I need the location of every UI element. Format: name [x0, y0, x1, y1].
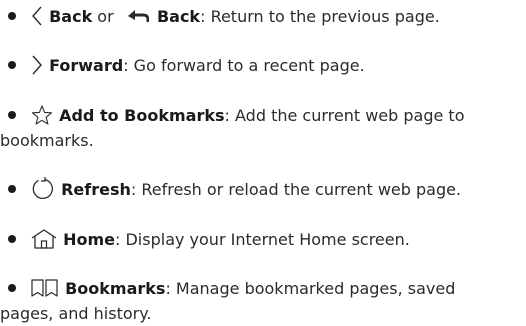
- description: Return to the previous page.: [210, 7, 440, 26]
- term-home: Home: [63, 230, 115, 249]
- description: Manage bookmarked pages, saved: [175, 279, 456, 298]
- description-continued: bookmarks.: [0, 131, 94, 150]
- term-add-to-bookmarks: Add to Bookmarks: [59, 106, 225, 125]
- bullet: [8, 12, 16, 20]
- term-bookmarks: Bookmarks: [65, 279, 166, 298]
- bullet: [8, 185, 16, 193]
- list-item-bookmarks: Bookmarks: Manage bookmarked pages, save…: [0, 276, 520, 326]
- bookmarks-book-icon: [30, 277, 60, 299]
- description: Display your Internet Home screen.: [125, 230, 410, 249]
- description: Add the current web page to: [235, 106, 465, 125]
- term-back-alt: Back: [156, 7, 201, 26]
- joiner-text: or: [92, 7, 119, 26]
- separator: :: [165, 279, 176, 298]
- list-item-forward: Forward: Go forward to a recent page.: [0, 53, 520, 78]
- refresh-icon: [30, 176, 56, 201]
- description: Go forward to a recent page.: [133, 56, 365, 75]
- chevron-right-icon: [30, 54, 44, 76]
- bullet: [8, 235, 16, 243]
- separator: :: [115, 230, 126, 249]
- separator: :: [200, 7, 211, 26]
- bullet: [8, 111, 16, 119]
- separator: :: [130, 180, 142, 199]
- description-continued: pages, and history.: [0, 304, 152, 323]
- list-item-back: Back or Back: Return to the previous pag…: [0, 4, 520, 29]
- star-outline-icon: [30, 104, 54, 126]
- list-item-add-to-bookmarks: Add to Bookmarks: Add the current web pa…: [0, 103, 520, 153]
- separator: :: [123, 56, 134, 75]
- separator: :: [224, 106, 235, 125]
- bullet: [8, 284, 16, 292]
- home-icon: [30, 228, 58, 250]
- list-item-refresh: Refresh: Refresh or reload the current w…: [0, 176, 520, 203]
- back-arrow-icon: [124, 7, 152, 25]
- term-refresh: Refresh: [61, 180, 131, 199]
- bullet: [8, 61, 16, 69]
- chevron-left-icon: [30, 5, 44, 27]
- description: Refresh or reload the current web page.: [141, 180, 462, 199]
- term-back: Back: [49, 7, 93, 26]
- list-item-home: Home: Display your Internet Home screen.: [0, 227, 520, 252]
- term-forward: Forward: [49, 56, 124, 75]
